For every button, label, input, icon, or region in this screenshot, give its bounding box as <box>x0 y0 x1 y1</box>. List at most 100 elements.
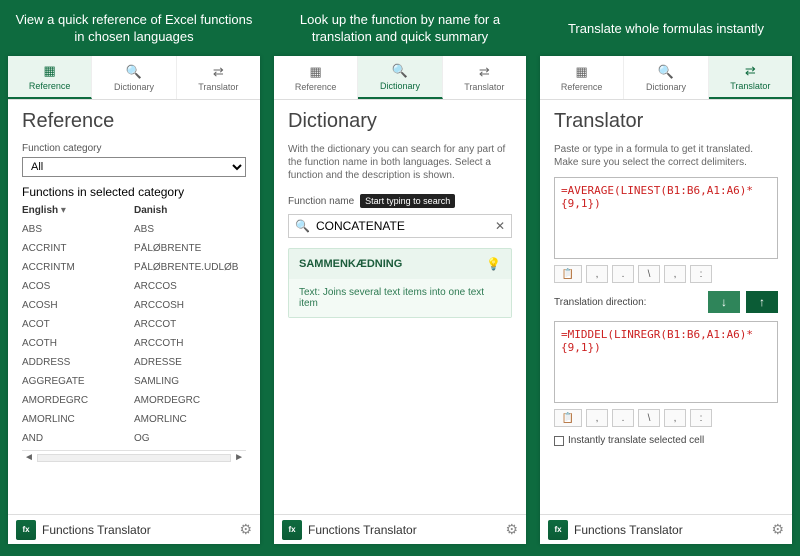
delim-cell[interactable]: . <box>612 409 634 427</box>
footer-title: Functions Translator <box>574 523 683 537</box>
gear-icon[interactable]: ⚙ <box>505 521 518 538</box>
tab-label: Dictionary <box>380 81 420 91</box>
app-logo-icon: fx <box>548 520 568 540</box>
result-description: Text: Joins several text items into one … <box>289 279 511 317</box>
search-icon: 🔍 <box>392 63 408 79</box>
footer: fx Functions Translator ⚙ <box>274 514 526 544</box>
direction-label: Translation direction: <box>554 297 702 308</box>
reference-icon: ▦ <box>44 63 56 79</box>
result-card[interactable]: SAMMENKÆDNING 💡 Text: Joins several text… <box>288 248 512 318</box>
delim-cell[interactable]: : <box>690 409 712 427</box>
table-row[interactable]: ACOTARCCOT <box>22 315 246 334</box>
caption-reference: View a quick reference of Excel function… <box>8 12 260 46</box>
app-logo-icon: fx <box>16 520 36 540</box>
footer-title: Functions Translator <box>42 523 151 537</box>
tab-label: Reference <box>561 82 603 92</box>
delimiter-row-top: 📋 , . \ , : <box>554 265 778 283</box>
search-input-wrap[interactable]: 🔍 ✕ <box>288 214 512 238</box>
delim-cell[interactable]: . <box>612 265 634 283</box>
formula-output[interactable]: =MIDDEL(LINREGR(B1:B6,A1:A6)*{9,1}) <box>554 321 778 403</box>
translate-icon: ⇄ <box>479 64 490 80</box>
page-title: Translator <box>554 110 778 133</box>
search-tooltip: Start typing to search <box>360 194 455 208</box>
paste-icon[interactable]: 📋 <box>554 409 582 427</box>
delim-cell[interactable]: , <box>586 265 608 283</box>
lang1-header[interactable]: English <box>22 205 134 216</box>
table-row[interactable]: ACOSARCCOS <box>22 277 246 296</box>
footer: fx Functions Translator ⚙ <box>8 514 260 544</box>
tab-label: Translator <box>198 82 238 92</box>
page-title: Reference <box>22 110 246 133</box>
reference-icon: ▦ <box>310 64 322 80</box>
delim-cell[interactable]: , <box>586 409 608 427</box>
scroll-track[interactable] <box>37 454 231 462</box>
tab-translator[interactable]: ⇄ Translator <box>177 56 260 99</box>
function-name-label: Function name <box>288 196 354 207</box>
scroll-right-icon[interactable]: ► <box>234 452 244 463</box>
gear-icon[interactable]: ⚙ <box>771 521 784 538</box>
tab-label: Translator <box>730 81 770 91</box>
formula-input[interactable]: =AVERAGE(LINEST(B1:B6,A1:A6)*{9,1}) <box>554 177 778 259</box>
tabs: ▦ Reference 🔍 Dictionary ⇄ Translator <box>540 56 792 100</box>
table-row[interactable]: AGGREGATESAMLING <box>22 372 246 391</box>
reference-icon: ▦ <box>576 64 588 80</box>
footer-title: Functions Translator <box>308 523 417 537</box>
delim-cell[interactable]: \ <box>638 409 660 427</box>
tabs: ▦ Reference 🔍 Dictionary ⇄ Translator <box>8 56 260 100</box>
search-input[interactable] <box>316 219 489 233</box>
tab-dictionary[interactable]: 🔍 Dictionary <box>624 56 708 99</box>
tab-translator[interactable]: ⇄ Translator <box>443 56 526 99</box>
category-select[interactable]: All <box>22 157 246 177</box>
delim-cell[interactable]: \ <box>638 265 660 283</box>
table-row[interactable]: ACOTHARCCOTH <box>22 334 246 353</box>
dictionary-description: With the dictionary you can search for a… <box>288 143 512 182</box>
table-row[interactable]: ACOSHARCCOSH <box>22 296 246 315</box>
tab-translator[interactable]: ⇄ Translator <box>709 56 792 99</box>
tab-dictionary[interactable]: 🔍 Dictionary <box>92 56 176 99</box>
table-row[interactable]: ABSABS <box>22 220 246 239</box>
gear-icon[interactable]: ⚙ <box>239 521 252 538</box>
tab-label: Reference <box>295 82 337 92</box>
lang2-header[interactable]: Danish <box>134 205 246 216</box>
translate-icon: ⇄ <box>745 63 756 79</box>
clear-icon[interactable]: ✕ <box>495 219 505 233</box>
instant-checkbox[interactable] <box>554 436 564 446</box>
direction-down-button[interactable]: ↓ <box>708 291 740 313</box>
search-icon: 🔍 <box>658 64 674 80</box>
page-title: Dictionary <box>288 110 512 133</box>
table-row[interactable]: AMORLINCAMORLINC <box>22 410 246 429</box>
table-row[interactable]: ANDOG <box>22 429 246 448</box>
tab-reference[interactable]: ▦ Reference <box>8 56 92 99</box>
delim-cell[interactable]: : <box>690 265 712 283</box>
search-icon: 🔍 <box>295 219 310 233</box>
translator-description: Paste or type in a formula to get it tra… <box>554 143 778 169</box>
table-row[interactable]: ACCRINTPÅLØBRENTE <box>22 239 246 258</box>
tabs: ▦ Reference 🔍 Dictionary ⇄ Translator <box>274 56 526 100</box>
delim-cell[interactable]: , <box>664 409 686 427</box>
tab-label: Dictionary <box>114 82 154 92</box>
table-row[interactable]: ADDRESSADRESSE <box>22 353 246 372</box>
category-label: Function category <box>22 143 246 154</box>
scroll-left-icon[interactable]: ◄ <box>24 452 34 463</box>
caption-translator: Translate whole formulas instantly <box>564 12 768 46</box>
caption-dictionary: Look up the function by name for a trans… <box>274 12 526 46</box>
panel-translator: ▦ Reference 🔍 Dictionary ⇄ Translator Tr… <box>540 56 792 544</box>
tab-reference[interactable]: ▦ Reference <box>274 56 358 99</box>
tab-label: Reference <box>29 81 71 91</box>
horizontal-scrollbar[interactable]: ◄ ► <box>22 450 246 464</box>
direction-up-button[interactable]: ↑ <box>746 291 778 313</box>
delimiter-row-bottom: 📋 , . \ , : <box>554 409 778 427</box>
lightbulb-icon[interactable]: 💡 <box>486 257 501 271</box>
table-row[interactable]: AMORDEGRCAMORDEGRC <box>22 391 246 410</box>
delim-cell[interactable]: , <box>664 265 686 283</box>
paste-icon[interactable]: 📋 <box>554 265 582 283</box>
instant-label: Instantly translate selected cell <box>568 435 704 446</box>
tab-reference[interactable]: ▦ Reference <box>540 56 624 99</box>
tab-dictionary[interactable]: 🔍 Dictionary <box>358 56 442 99</box>
translate-icon: ⇄ <box>213 64 224 80</box>
table-row[interactable]: ACCRINTMPÅLØBRENTE.UDLØB <box>22 258 246 277</box>
search-icon: 🔍 <box>126 64 142 80</box>
list-header: Functions in selected category <box>22 185 246 199</box>
function-list[interactable]: ABSABS ACCRINTPÅLØBRENTE ACCRINTMPÅLØBRE… <box>22 220 246 450</box>
tab-label: Translator <box>464 82 504 92</box>
